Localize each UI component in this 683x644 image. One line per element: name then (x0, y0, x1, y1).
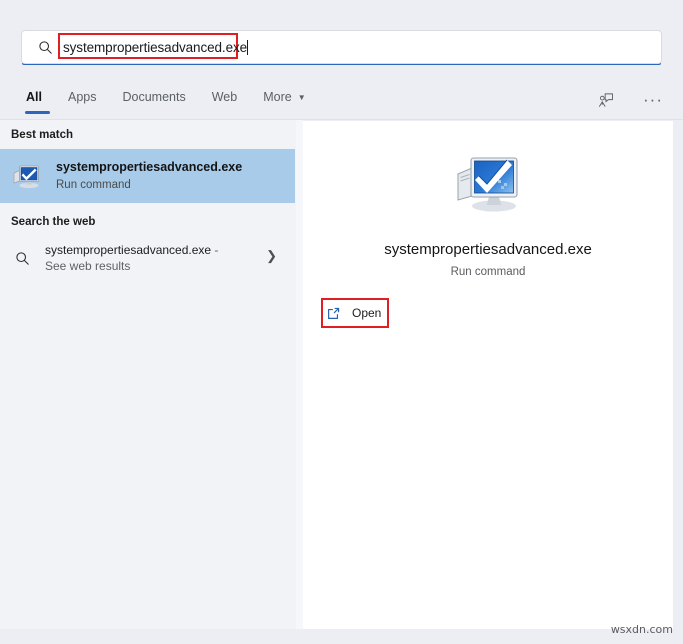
system-properties-icon-large (452, 150, 524, 216)
best-match-title: systempropertiesadvanced.exe (56, 160, 243, 174)
watermark: wsxdn.com (610, 623, 673, 636)
tab-apps-label: Apps (67, 90, 97, 104)
system-properties-icon (11, 160, 43, 192)
tab-documents-label: Documents (122, 90, 186, 104)
chevron-down-icon: ▼ (297, 93, 306, 102)
search-bar-container: systempropertiesadvanced.exe (21, 30, 662, 65)
tab-documents[interactable]: Documents (109, 80, 198, 120)
open-button[interactable]: Open (325, 302, 381, 324)
filter-tab-row: All Apps Documents Web More ▼ ··· (0, 80, 683, 120)
tabrow-actions: ··· (593, 88, 665, 112)
feedback-person-icon[interactable] (593, 88, 617, 112)
text-caret (247, 39, 249, 55)
search-icon (30, 40, 60, 55)
search-the-web-header: Search the web (11, 216, 96, 228)
web-result-row[interactable]: systempropertiesadvanced.exe - See web r… (0, 234, 295, 282)
panel-gap (296, 120, 303, 644)
tab-all[interactable]: All (13, 80, 55, 120)
best-match-texts: systempropertiesadvanced.exe Run command (56, 160, 242, 192)
tab-apps[interactable]: Apps (55, 80, 110, 120)
tab-web[interactable]: Web (199, 80, 250, 120)
watermark-bar: wsxdn.com (0, 623, 683, 644)
web-result-text: systempropertiesadvanced.exe - See web r… (45, 242, 235, 274)
preview-title: systempropertiesadvanced.exe (384, 241, 592, 258)
ellipsis-label: ··· (643, 90, 663, 109)
preview-right-panel: systempropertiesadvanced.exe Run command… (303, 121, 673, 629)
tab-more-label: More (263, 90, 292, 104)
best-match-subtitle: Run command (56, 179, 131, 191)
preview-subtitle: Run command (450, 266, 526, 278)
ellipsis-icon[interactable]: ··· (641, 88, 665, 112)
web-result-query: systempropertiesadvanced.exe (45, 243, 212, 257)
chevron-right-icon[interactable]: ❯ (266, 248, 277, 264)
tab-all-label: All (26, 90, 42, 104)
tab-web-label: Web (211, 90, 238, 104)
filter-tabs: All Apps Documents Web More ▼ (13, 80, 319, 120)
tab-more[interactable]: More ▼ (250, 80, 318, 120)
best-match-result-row[interactable]: systempropertiesadvanced.exe Run command (0, 149, 295, 203)
search-input-wrapper[interactable]: systempropertiesadvanced.exe (58, 31, 661, 63)
results-left-panel: Best match systempropertiesadvanced.exe (0, 120, 296, 644)
search-icon-small (11, 251, 33, 266)
best-match-header: Best match (11, 129, 73, 141)
search-box[interactable]: systempropertiesadvanced.exe (21, 30, 662, 64)
open-button-label: Open (352, 306, 382, 320)
open-external-icon (325, 305, 341, 321)
search-input[interactable]: systempropertiesadvanced.exe (60, 40, 247, 55)
